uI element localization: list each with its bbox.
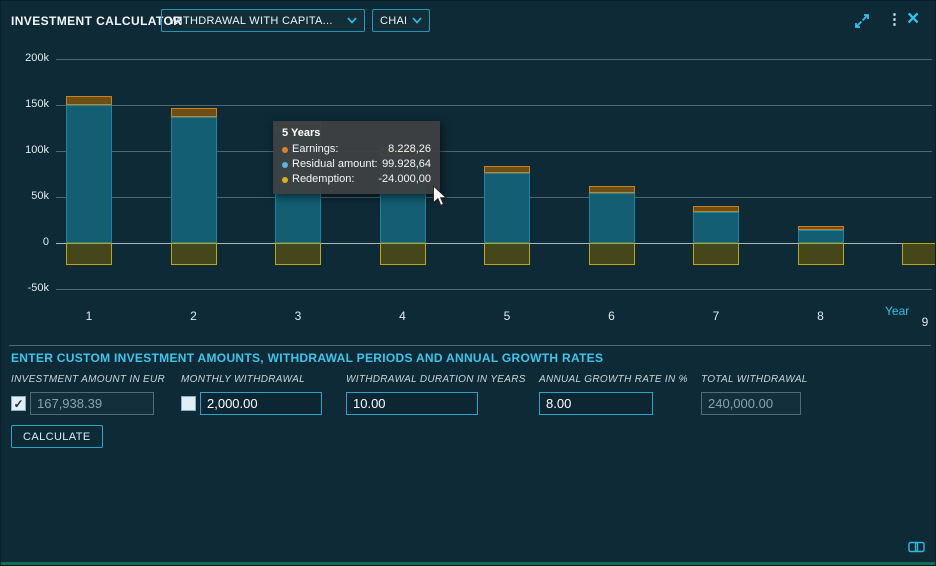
bar-redemption[interactable] <box>589 243 635 265</box>
mouse-cursor <box>432 185 448 207</box>
monthly-withdrawal-input[interactable] <box>200 392 322 415</box>
bar-residual-amount[interactable] <box>66 105 112 243</box>
tooltip-title: 5 Years <box>282 127 431 139</box>
gridline <box>56 105 932 106</box>
y-axis-tick: 200k <box>7 52 49 64</box>
x-axis-tick: 8 <box>806 309 836 323</box>
field-label: INVESTMENT AMOUNT IN EUR <box>11 374 165 385</box>
tooltip-label: Residual amount: <box>292 157 378 172</box>
x-axis-tick: 7 <box>701 309 731 323</box>
tooltip-value: -24.000,00 <box>378 172 431 187</box>
bar-earnings[interactable] <box>798 226 844 231</box>
field-label: MONTHLY WITHDRAWAL <box>181 374 322 385</box>
field-group-total-withdrawal: TOTAL WITHDRAWAL <box>701 374 808 415</box>
annual-growth-rate-input[interactable] <box>539 392 653 415</box>
bar-residual-amount[interactable] <box>798 230 844 243</box>
bar-redemption[interactable] <box>484 243 530 265</box>
bar-earnings[interactable] <box>484 166 530 174</box>
bar-redemption[interactable] <box>66 243 112 265</box>
chart-tooltip: 5 Years Earnings: 8.228,26 Residual amou… <box>273 121 440 194</box>
bottom-accent-strip <box>1 562 935 565</box>
checkmark-icon: ✓ <box>13 397 23 411</box>
tooltip-label: Redemption: <box>292 172 354 187</box>
y-axis-tick: 100k <box>7 144 49 156</box>
monthly-withdrawal-checkbox[interactable] <box>181 396 196 411</box>
tooltip-row-earnings: Earnings: 8.228,26 <box>282 142 431 157</box>
tooltip-row-redemption: Redemption: -24.000,00 <box>282 172 431 187</box>
x-axis-tick: 3 <box>283 309 313 323</box>
field-label: ANNUAL GROWTH RATE IN % <box>539 374 688 385</box>
bar-earnings[interactable] <box>589 186 635 193</box>
residual-series-dot <box>282 162 288 168</box>
earnings-series-dot <box>282 147 288 153</box>
section-divider <box>9 345 931 346</box>
x-axis-tick: 5 <box>492 309 522 323</box>
field-group-investment-amount: INVESTMENT AMOUNT IN EUR ✓ <box>11 374 165 415</box>
investment-amount-input[interactable] <box>30 392 154 415</box>
y-axis-tick: 150k <box>7 98 49 110</box>
field-group-annual-growth-rate: ANNUAL GROWTH RATE IN % <box>539 374 688 415</box>
tooltip-row-residual: Residual amount: 99.928,64 <box>282 157 431 172</box>
gridline <box>56 59 932 60</box>
investment-calculator-widget: INVESTMENT CALCULATOR WITHDRAWAL WITH CA… <box>0 0 936 566</box>
gridline <box>56 289 932 290</box>
section-title: ENTER CUSTOM INVESTMENT AMOUNTS, WITHDRA… <box>11 351 603 365</box>
tooltip-label: Earnings: <box>292 142 338 157</box>
total-withdrawal-input[interactable] <box>701 392 801 415</box>
field-label: WITHDRAWAL DURATION IN YEARS <box>346 374 526 385</box>
y-axis-tick: -50k <box>7 282 49 294</box>
bar-earnings[interactable] <box>171 108 217 117</box>
bar-earnings[interactable] <box>693 206 739 212</box>
bar-residual-amount[interactable] <box>589 193 635 243</box>
redemption-series-dot <box>282 177 288 183</box>
tooltip-value: 99.928,64 <box>382 157 431 172</box>
x-axis-tick: 9 <box>910 315 936 329</box>
x-axis-tick: 6 <box>597 309 627 323</box>
bar-residual-amount[interactable] <box>171 117 217 243</box>
tooltip-value: 8.228,26 <box>388 142 431 157</box>
x-axis-tick: 1 <box>74 309 104 323</box>
y-axis-tick: 50k <box>7 190 49 202</box>
field-group-withdrawal-duration: WITHDRAWAL DURATION IN YEARS <box>346 374 526 415</box>
bar-redemption[interactable] <box>798 243 844 265</box>
bar-redemption[interactable] <box>693 243 739 265</box>
bar-redemption[interactable] <box>171 243 217 265</box>
bar-residual-amount[interactable] <box>484 173 530 243</box>
calculate-button[interactable]: CALCULATE <box>11 425 103 448</box>
bar-redemption[interactable] <box>380 243 426 265</box>
field-group-monthly-withdrawal: MONTHLY WITHDRAWAL <box>181 374 322 415</box>
x-axis-title: Year <box>885 304 909 318</box>
bar-redemption[interactable] <box>275 243 321 265</box>
investment-amount-checkbox[interactable]: ✓ <box>11 396 26 411</box>
bar-earnings[interactable] <box>66 96 112 105</box>
field-label: TOTAL WITHDRAWAL <box>701 374 808 385</box>
y-axis-tick: 0 <box>7 236 49 248</box>
bar-residual-amount[interactable] <box>693 212 739 243</box>
bar-redemption[interactable] <box>902 243 936 265</box>
link-icon[interactable] <box>908 540 925 558</box>
bar-chart: Year 200k 150k 100k 50k 0 -50k 1 2 3 4 5 6 7 8 9 <box>1 1 936 341</box>
x-axis-tick: 4 <box>388 309 418 323</box>
x-axis-tick: 2 <box>179 309 209 323</box>
withdrawal-duration-input[interactable] <box>346 392 478 415</box>
